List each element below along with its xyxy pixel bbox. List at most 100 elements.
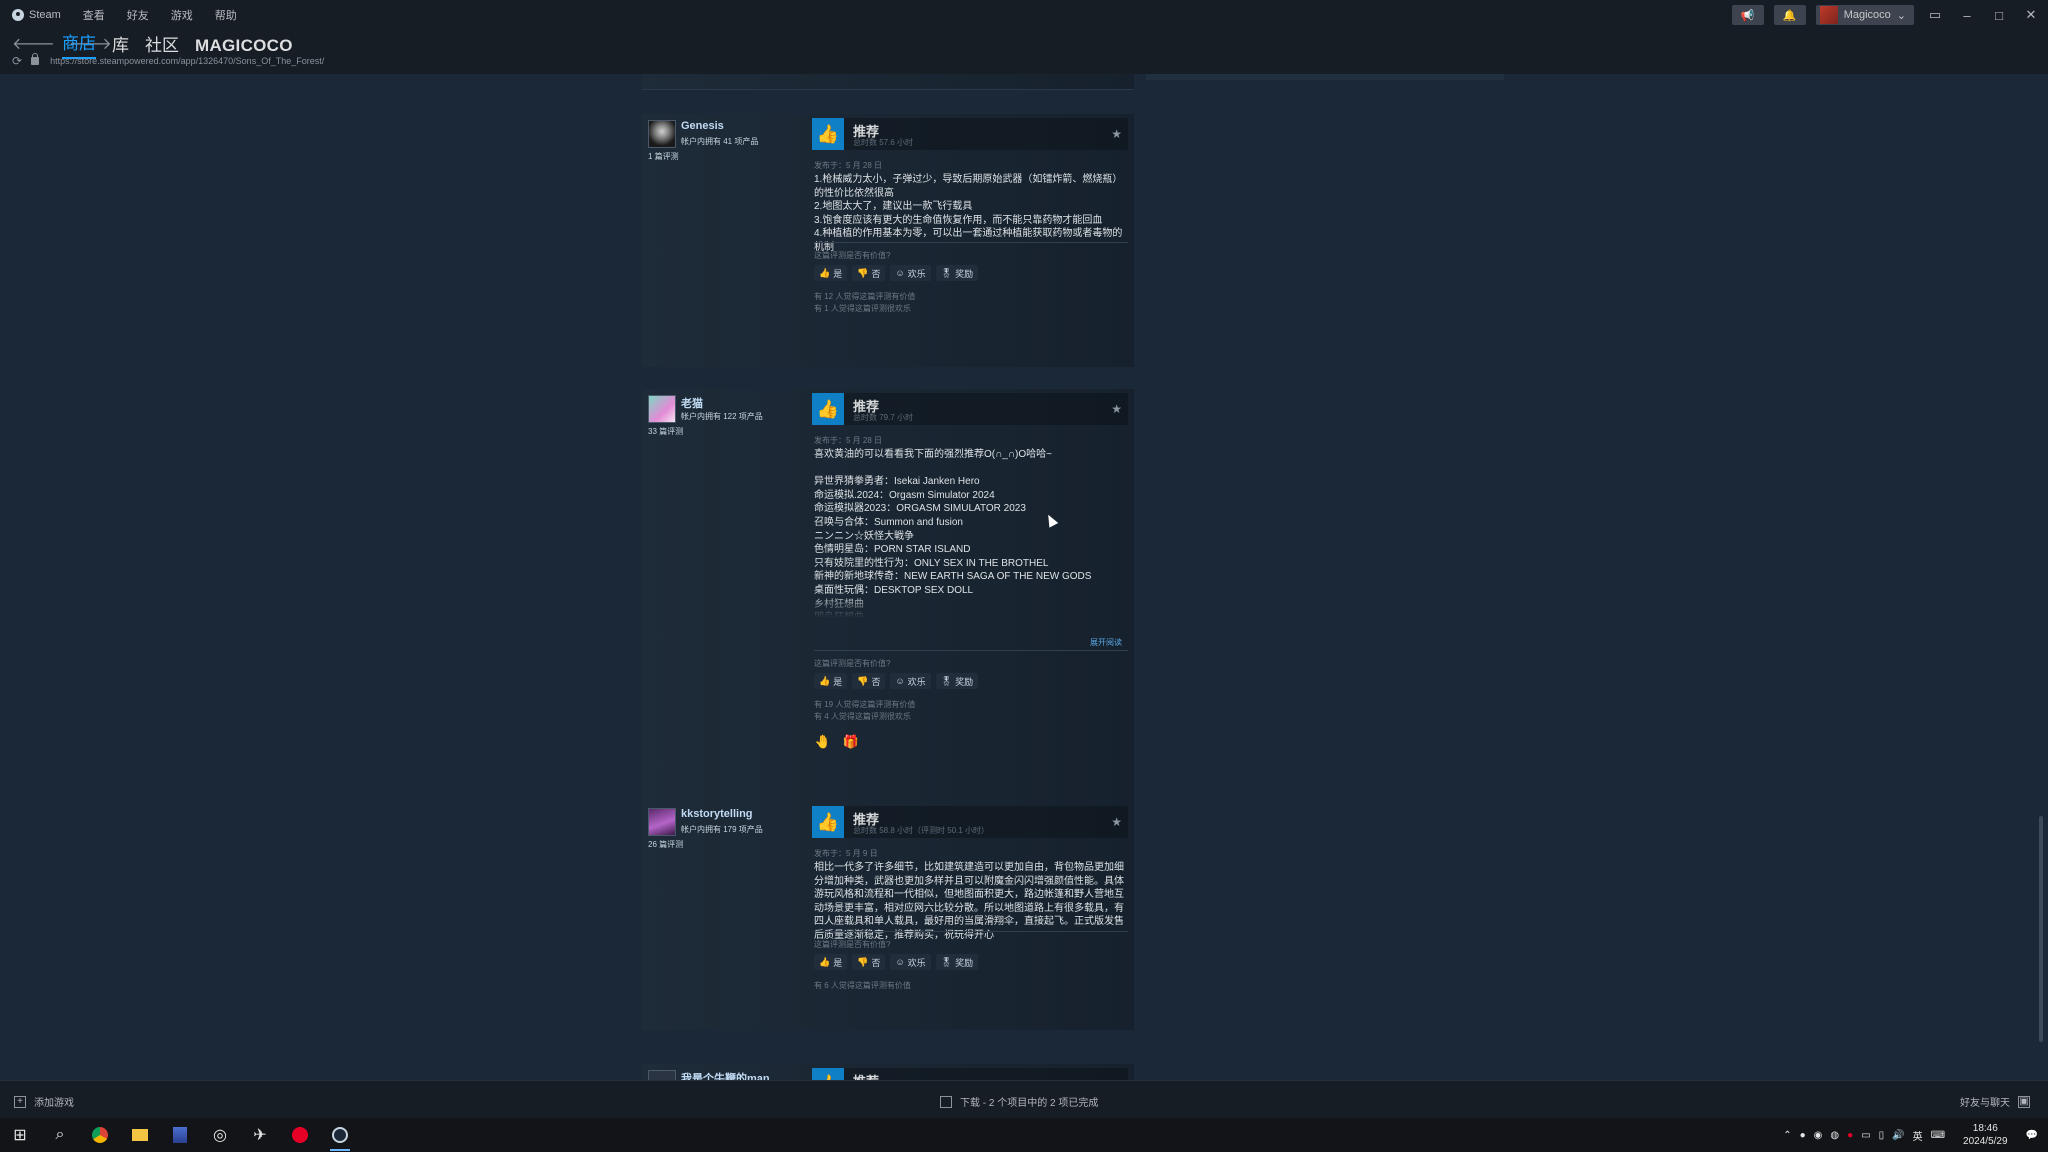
review-verdict: 推荐 <box>853 1071 879 1080</box>
author-name[interactable]: kkstorytelling <box>681 808 753 820</box>
author-name[interactable]: 我是个牛鞭的man <box>681 1070 770 1080</box>
friends-chat-button[interactable]: 好友与聊天 ▣ <box>1960 1094 2030 1109</box>
avatar[interactable] <box>648 395 676 423</box>
reload-icon[interactable]: ⟳ <box>12 54 22 68</box>
avatar[interactable] <box>648 1070 676 1080</box>
app-icon[interactable] <box>160 1118 200 1152</box>
app-icon-2[interactable]: ◎ <box>200 1118 240 1152</box>
vote-no-button[interactable]: 👎 否 <box>852 954 886 970</box>
keyboard-icon[interactable]: ⌨ <box>1931 1130 1945 1141</box>
award-button[interactable]: 🎖 奖励 <box>935 954 979 970</box>
helpful-count: 有 12 人觉得这篇评测有价值 <box>814 292 916 301</box>
gift-award-icon[interactable]: 🎁 <box>842 733 860 751</box>
vote-funny-button[interactable]: ☺ 欢乐 <box>890 673 931 689</box>
vote-yes-button[interactable]: 👍 是 <box>814 673 848 689</box>
award-star-icon[interactable]: ★ <box>1111 127 1122 141</box>
helpful-count: 有 19 人觉得这篇评测有价值 <box>814 700 916 709</box>
volume-icon[interactable]: 🔊 <box>1892 1130 1904 1141</box>
menu-friends[interactable]: 好友 <box>127 7 149 23</box>
friends-chat-label: 好友与聊天 <box>1960 1098 2010 1109</box>
menu-view[interactable]: 查看 <box>83 7 105 23</box>
steam-tray-icon[interactable]: ◉ <box>1814 1130 1823 1141</box>
helpful-question: 这篇评测是否有价值? <box>814 659 891 668</box>
add-game-button[interactable]: + 添加游戏 <box>14 1094 74 1109</box>
menu-steam[interactable]: Steam <box>12 9 61 21</box>
user-menu-button[interactable]: Magicoco ⌄ <box>1815 5 1914 25</box>
vote-no-button[interactable]: 👎 否 <box>852 673 886 689</box>
menu-help[interactable]: 帮助 <box>215 7 237 23</box>
close-icon[interactable]: ✕ <box>2020 5 2042 25</box>
award-star-icon[interactable]: ★ <box>1111 402 1122 416</box>
hand-award-icon[interactable]: 🤚 <box>814 733 832 751</box>
divider <box>814 242 1128 243</box>
clock[interactable]: 18:46 2024/5/29 <box>1963 1122 2008 1148</box>
review-header[interactable]: 👍 推荐 总时数 79.7 小时 ★ <box>812 393 1128 425</box>
author-review-count[interactable]: 26 篇评测 <box>648 839 683 850</box>
netease-music-icon[interactable] <box>280 1118 320 1152</box>
author-review-count[interactable]: 1 篇评测 <box>648 151 679 162</box>
read-more-link[interactable]: 展开阅读 <box>1090 637 1122 648</box>
vote-funny-button[interactable]: ☺ 欢乐 <box>890 954 931 970</box>
award-button[interactable]: 🎖 奖励 <box>935 265 979 281</box>
helpful-count: 有 6 人觉得这篇评测有价值 <box>814 981 911 990</box>
app-icon-3[interactable]: ✈ <box>240 1118 280 1152</box>
author-review-count[interactable]: 33 篇评测 <box>648 426 683 437</box>
vote-yes-button[interactable]: 👍 是 <box>814 265 848 281</box>
download-status[interactable]: 下载 - 2 个项目中的 2 项已完成 <box>940 1094 1098 1109</box>
maximize-icon[interactable]: □ <box>1988 5 2010 25</box>
author-name[interactable]: 老猫 <box>681 395 703 411</box>
file-explorer-icon[interactable] <box>120 1118 160 1152</box>
steam-icon[interactable] <box>320 1118 360 1152</box>
vote-buttons: 👍 是 👎 否 ☺ 欢乐 🎖 奖励 <box>814 673 979 689</box>
smile-icon: ☺ <box>895 957 905 967</box>
megaphone-icon[interactable]: 📢 <box>1731 5 1764 25</box>
minimize-icon[interactable]: – <box>1956 5 1978 25</box>
chrome-icon[interactable] <box>80 1118 120 1152</box>
notification-icon[interactable]: 💬 <box>2026 1130 2038 1141</box>
avatar[interactable] <box>648 120 676 148</box>
clock-date: 2024/5/29 <box>1963 1136 2008 1147</box>
vote-yes-button[interactable]: 👍 是 <box>814 954 848 970</box>
netease-tray-icon[interactable]: ● <box>1847 1130 1853 1141</box>
review-header[interactable]: 👍 推荐 <box>812 1068 1128 1080</box>
review-card: 我是个牛鞭的man 👍 推荐 <box>642 1064 1134 1080</box>
bell-icon[interactable]: 🔔 <box>1773 5 1806 25</box>
monitor-icon[interactable]: ▭ <box>1924 5 1946 25</box>
button-label: 是 <box>833 676 843 687</box>
smile-icon: ☺ <box>895 676 905 686</box>
windows-start-icon[interactable]: ⊞ <box>0 1118 40 1152</box>
review-header[interactable]: 👍 推荐 总时数 57.6 小时 ★ <box>812 118 1128 150</box>
button-label: 否 <box>871 676 881 687</box>
avatar[interactable] <box>648 808 676 836</box>
back-arrow-icon[interactable]: 🡐 <box>12 33 55 54</box>
author-name[interactable]: Genesis <box>681 120 724 132</box>
vote-buttons: 👍 是 👎 否 ☺ 欢乐 🎖 奖励 <box>814 954 979 970</box>
thumbs-up-icon: 👍 <box>819 956 831 967</box>
author-owned-products: 帐户内拥有 41 项产品 <box>681 137 759 146</box>
tray-app-icon-2[interactable]: ◍ <box>1830 1130 1839 1141</box>
url-text[interactable]: https://store.steampowered.com/app/13264… <box>50 56 324 66</box>
button-label: 奖励 <box>955 957 974 968</box>
chevron-up-icon[interactable]: ⌃ <box>1783 1130 1791 1141</box>
menu-games[interactable]: 游戏 <box>171 7 193 23</box>
award-button[interactable]: 🎖 奖励 <box>935 673 979 689</box>
button-label: 欢乐 <box>907 957 926 968</box>
steam-logo-icon <box>12 9 24 21</box>
review-header[interactable]: 👍 推荐 总时数 58.8 小时（评测时 50.1 小时） ★ <box>812 806 1128 838</box>
search-icon[interactable]: ⌕ <box>40 1118 80 1152</box>
award-star-icon[interactable]: ★ <box>1111 815 1122 829</box>
battery-icon[interactable]: ▯ <box>1879 1130 1885 1141</box>
plus-icon: + <box>14 1095 26 1108</box>
funny-count: 有 4 人觉得这篇评测很欢乐 <box>814 712 911 721</box>
tray-app-icon[interactable]: ● <box>1800 1130 1806 1141</box>
vote-no-button[interactable]: 👎 否 <box>852 265 886 281</box>
network-icon[interactable]: ▭ <box>1861 1130 1870 1141</box>
button-label: 奖励 <box>955 676 974 687</box>
vote-funny-button[interactable]: ☺ 欢乐 <box>890 265 931 281</box>
thumbs-down-icon: 👎 <box>857 956 869 967</box>
scrollbar[interactable] <box>2039 816 2043 1042</box>
review-hours: 总时数 58.8 小时（评测时 50.1 小时） <box>853 826 990 835</box>
ime-indicator[interactable]: 英 <box>1913 1128 1923 1143</box>
helpful-question: 这篇评测是否有价值? <box>814 251 891 260</box>
author-owned-products: 帐户内拥有 122 项产品 <box>681 412 763 421</box>
